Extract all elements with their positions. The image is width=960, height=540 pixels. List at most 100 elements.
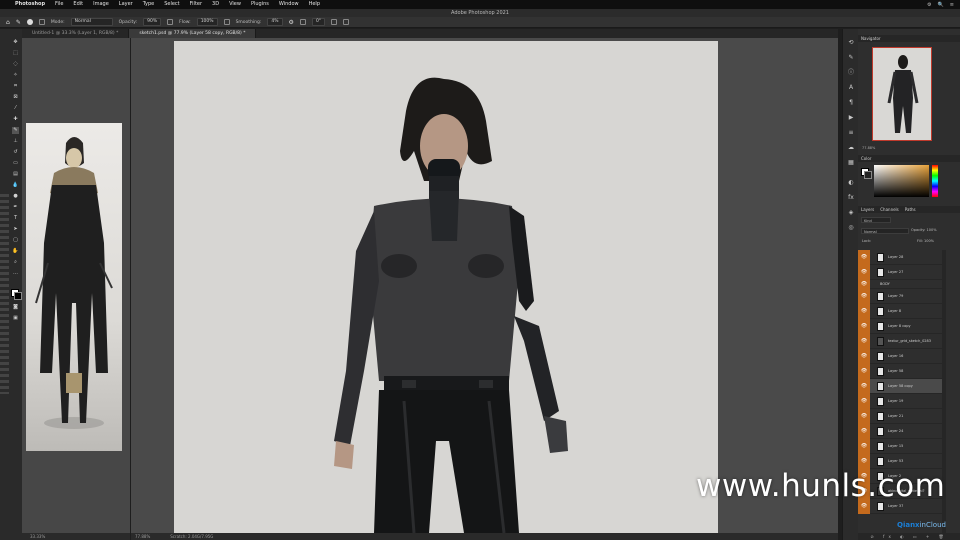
tab-navigator[interactable]: Navigator [861,35,881,42]
brush-settings-icon[interactable] [38,19,45,25]
crop-tool-icon[interactable]: ⌗ [12,83,19,90]
screen-mode-icon[interactable]: ▣ [12,315,19,322]
visibility-eye-icon[interactable]: 👁 [858,379,870,394]
menu-select[interactable]: Select [159,0,184,9]
libraries-icon[interactable]: ☁ [847,144,855,152]
layer-row[interactable]: 👁 Layer 8 copy [858,319,942,334]
layers-footer-buttons[interactable]: ⊘ fx ◐ ▭ + 🗑 [858,533,960,540]
color-background-swatch[interactable] [864,171,872,179]
visibility-eye-icon[interactable]: 👁 [858,439,870,454]
layer-row[interactable]: 👁 Layer 16 [858,349,942,364]
visibility-eye-icon[interactable]: 👁 [858,304,870,319]
visibility-eye-icon[interactable]: 👁 [858,289,870,304]
eraser-tool-icon[interactable]: ▭ [12,160,19,167]
hue-slider[interactable] [932,165,938,197]
properties-icon[interactable]: ≡ [847,129,855,137]
pressure-opacity-icon[interactable] [167,19,174,25]
type-tool-icon[interactable]: T [12,215,19,222]
zoom-level[interactable]: 77.88% [135,533,150,540]
channels-icon[interactable]: ◎ [847,224,855,232]
mode-select[interactable]: Normal [70,18,113,26]
brush-tool-preset-icon[interactable]: ✎ [16,19,21,26]
zoom-tool-icon[interactable]: ⌕ [12,259,19,266]
menu-3d[interactable]: 3D [207,0,224,9]
edit-toolbar-icon[interactable]: … [12,270,19,277]
visibility-eye-icon[interactable]: 👁 [858,394,870,409]
history-icon[interactable]: ⟲ [847,39,855,47]
lasso-tool-icon[interactable]: ◌ [12,61,19,68]
opacity-field[interactable]: 90% [143,18,162,26]
menu-filter[interactable]: Filter [185,0,207,9]
gear-icon[interactable]: ⚙ [289,19,294,26]
visibility-eye-icon[interactable]: 👁 [858,265,870,280]
layer-fill-value[interactable]: 100% [924,239,934,243]
visibility-eye-icon[interactable]: 👁 [858,409,870,424]
visibility-eye-icon[interactable]: 👁 [858,319,870,334]
layer-row[interactable]: 👁 Layer 19 [858,394,942,409]
gradient-tool-icon[interactable]: ▤ [12,171,19,178]
home-icon[interactable]: ⌂ [6,19,10,26]
visibility-eye-icon[interactable]: 👁 [858,334,870,349]
paragraph-icon[interactable]: ¶ [847,99,855,107]
move-tool-icon[interactable]: ✥ [12,39,19,46]
navigator-zoom[interactable]: 77.88% [862,146,942,150]
quick-mask-icon[interactable]: ◙ [12,304,19,311]
layer-row[interactable]: 👁 Layer 21 [858,409,942,424]
tab-paths[interactable]: Paths [905,206,916,213]
actions-icon[interactable]: ▶ [847,114,855,122]
visibility-eye-icon[interactable]: 👁 [858,424,870,439]
layer-row[interactable]: 👁 Layer 24 [858,424,942,439]
blend-mode-select[interactable]: Normal [861,228,909,234]
settings-icon[interactable]: ⚙ [927,2,931,8]
flow-field[interactable]: 100% [196,18,218,26]
tab-untitled[interactable]: Untitled-1 @ 33.3% (Layer 1, RGB/8) * [22,29,130,38]
layer-row[interactable]: 👁 Layer 15 [858,439,942,454]
layer-row-selected[interactable]: 👁 Layer 58 copy [858,379,942,394]
tab-layers[interactable]: Layers [861,206,874,213]
layers-icon[interactable]: ◈ [847,209,855,217]
layer-row[interactable]: 👁 Layer 8 [858,304,942,319]
search-icon[interactable]: 🔍 [938,2,944,8]
brushes-icon[interactable]: ✎ [847,54,855,62]
quick-select-tool-icon[interactable]: ✧ [12,72,19,79]
background-color-swatch[interactable] [14,292,22,300]
menu-plugins[interactable]: Plugins [246,0,274,9]
tab-channels[interactable]: Channels [880,206,899,213]
layer-row[interactable]: 👁 textur_grid_sketch_0283 [858,334,942,349]
frame-tool-icon[interactable]: ⊠ [12,94,19,101]
path-select-tool-icon[interactable]: ➤ [12,226,19,233]
dodge-tool-icon[interactable]: ● [12,193,19,200]
layer-group-row[interactable]: 👁 BODY [858,280,942,289]
menu-view[interactable]: View [224,0,246,9]
visibility-eye-icon[interactable]: 👁 [858,349,870,364]
healing-tool-icon[interactable]: ✚ [12,116,19,123]
layer-opacity-value[interactable]: 100% [927,228,937,232]
menu-image[interactable]: Image [88,0,114,9]
menu-photoshop[interactable]: Photoshop [10,0,50,9]
menu-window[interactable]: Window [274,0,304,9]
angle-field[interactable]: 0° [311,18,326,26]
brush-tool-icon[interactable]: ✎ [12,127,19,134]
symmetry-icon[interactable] [343,19,350,25]
main-canvas[interactable] [174,41,718,533]
stamp-tool-icon[interactable]: ⊥ [12,138,19,145]
color-field[interactable] [874,165,929,197]
blur-tool-icon[interactable]: 💧 [12,182,19,189]
history-brush-icon[interactable]: ↺ [12,149,19,156]
layer-row[interactable]: 👁 Layer 28 [858,250,942,265]
menu-icon[interactable]: ≡ [950,2,954,8]
visibility-eye-icon[interactable]: 👁 [858,364,870,379]
layer-row[interactable]: 👁 Layer 53 [858,454,942,469]
tab-color[interactable]: Color [861,155,871,162]
pen-tool-icon[interactable]: ✒ [12,204,19,211]
swatches-icon[interactable]: ▦ [847,159,855,167]
layer-row[interactable]: 👁 Layer 58 [858,364,942,379]
brush-size-icon[interactable] [26,19,33,25]
marquee-tool-icon[interactable]: ⬚ [12,50,19,57]
layer-filter-kind[interactable]: Kind [861,217,891,223]
visibility-eye-icon[interactable]: 👁 [858,250,870,265]
tab-sketch[interactable]: sketch1.psd @ 77.9% (Layer 58 copy, RGB/… [129,29,257,38]
layer-row[interactable]: 👁 Layer 27 [858,265,942,280]
airbrush-icon[interactable] [223,19,230,25]
menu-type[interactable]: Type [138,0,159,9]
